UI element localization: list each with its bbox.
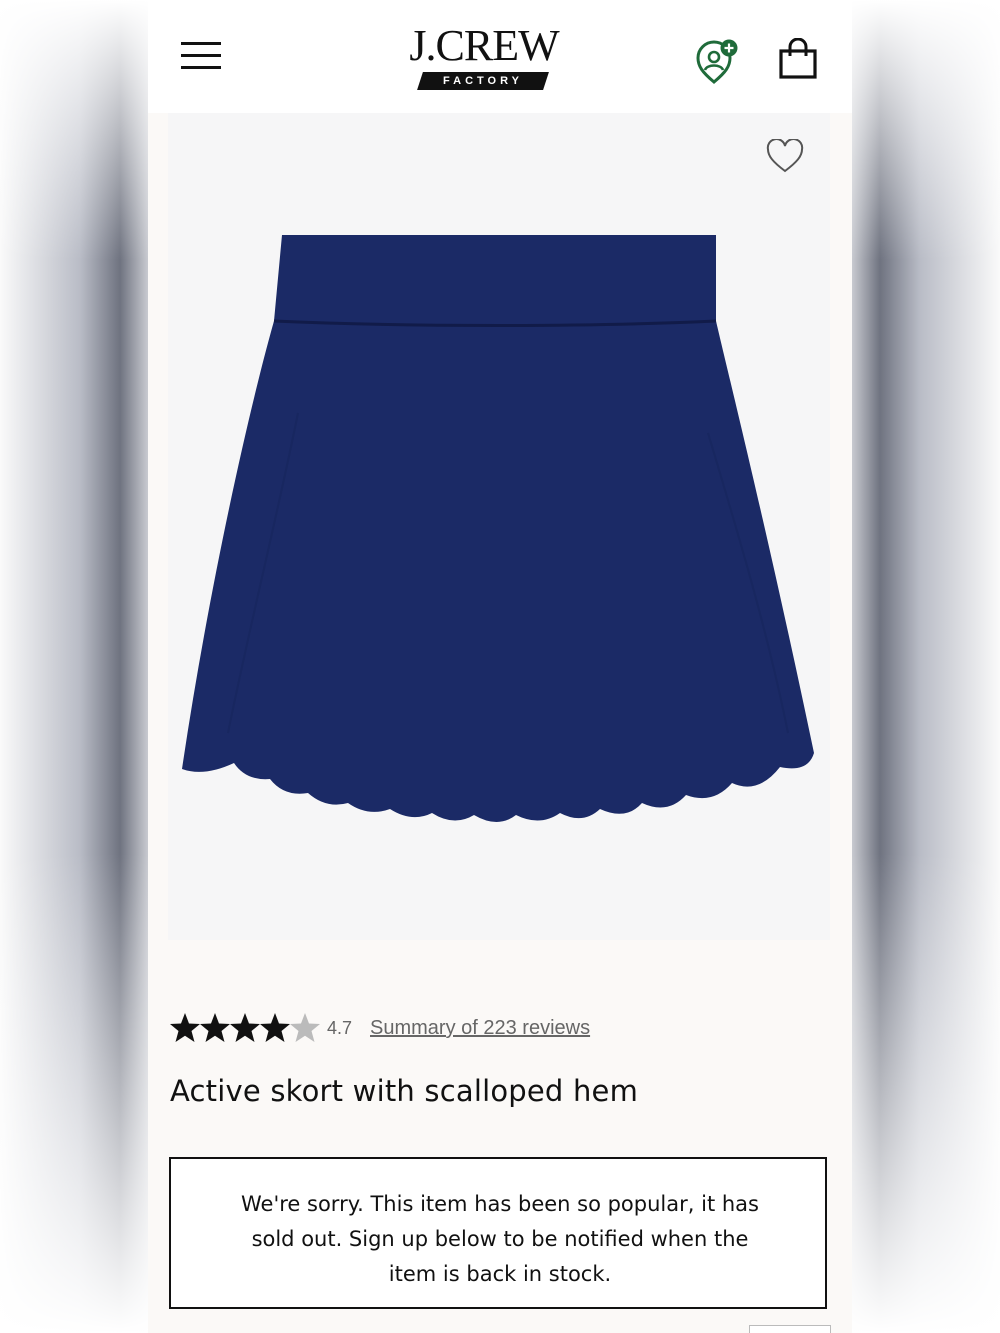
product-image[interactable]: [168, 113, 830, 940]
product-skirt-image: [182, 235, 814, 822]
site-header: J.CREW FACTORY: [148, 0, 852, 113]
account-rewards-icon[interactable]: [692, 38, 740, 86]
reviews-summary-link[interactable]: Summary of 223 reviews: [370, 1017, 590, 1040]
shopping-bag-icon[interactable]: [778, 37, 818, 80]
sold-out-notice: We're sorry. This item has been so popul…: [169, 1157, 827, 1309]
brand-logo[interactable]: J.CREW FACTORY: [394, 22, 574, 94]
product-title: Active skort with scalloped hem: [170, 1074, 639, 1108]
rating-value: 4.7: [327, 1018, 353, 1038]
sold-out-message: We're sorry. This item has been so popul…: [241, 1192, 759, 1286]
heart-outline-icon[interactable]: [765, 138, 805, 175]
rating-row: 4.7 Summary of 223 reviews: [170, 1012, 810, 1048]
logo-wordmark: J.CREW: [409, 21, 559, 70]
logo-subtitle: FACTORY: [443, 75, 523, 87]
star-rating-icon: [170, 1012, 320, 1044]
hamburger-menu-icon[interactable]: [181, 42, 221, 70]
partial-control[interactable]: [749, 1325, 831, 1333]
mobile-page: J.CREW FACTORY 4.7 Summary of 223 review…: [148, 0, 852, 1333]
